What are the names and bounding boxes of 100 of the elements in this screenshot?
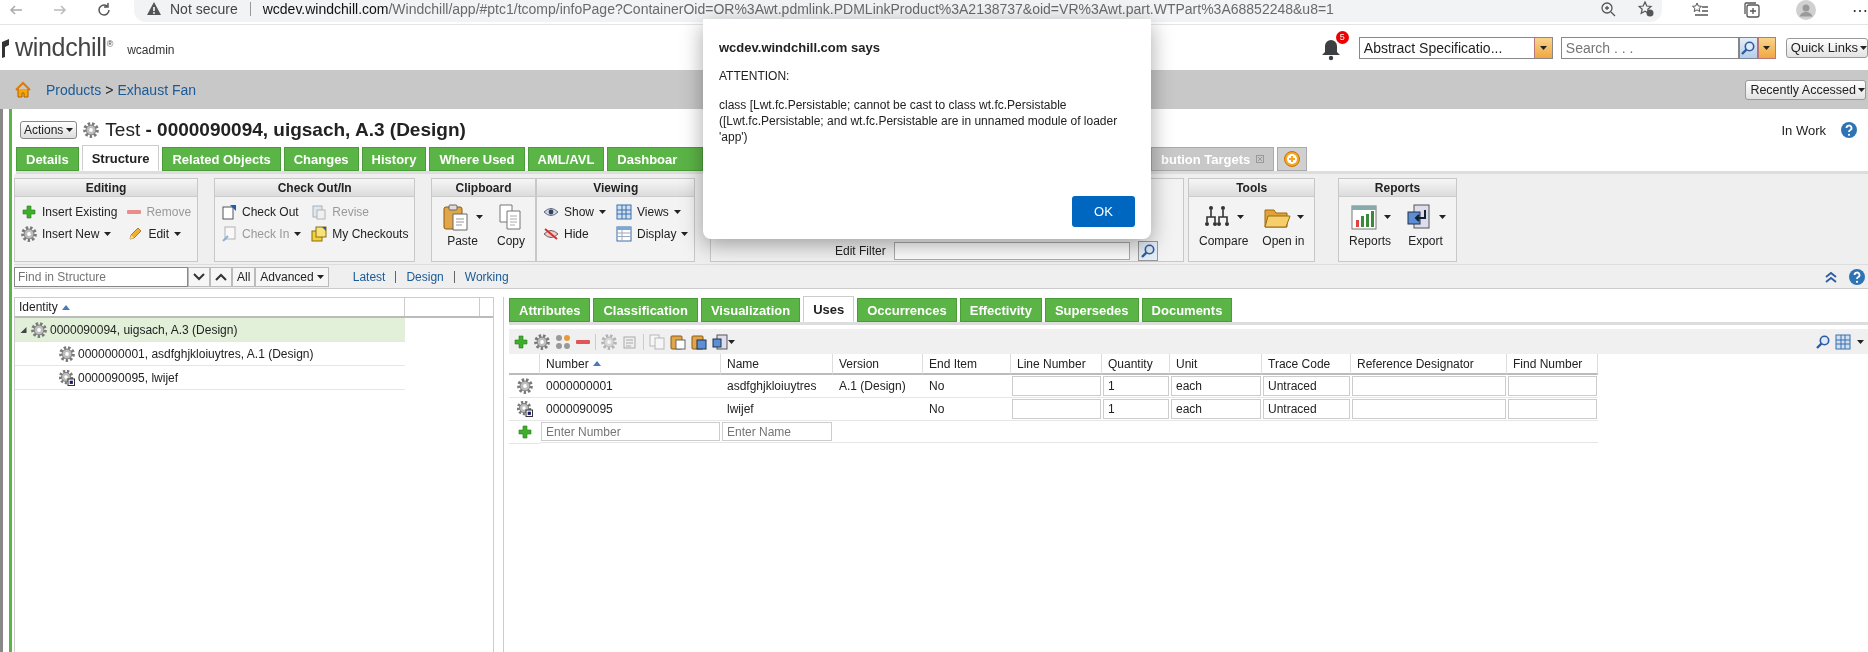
filter-link[interactable]: Latest (342, 270, 397, 283)
actions-button[interactable]: Actions (20, 121, 78, 139)
table-cell: lwijef (721, 398, 833, 421)
tree-label: 0000000001, asdfghjkloiuytres, A.1 (Design) (78, 346, 314, 361)
star-plus-icon (1638, 1, 1654, 17)
sort-ascending-icon (592, 361, 601, 366)
search-button[interactable] (1137, 241, 1158, 261)
next-button[interactable] (188, 266, 210, 287)
form-icon (622, 333, 638, 350)
tab[interactable]: Uses (803, 296, 855, 322)
dialog-heading: ATTENTION: (719, 69, 791, 83)
cell-input-field[interactable]: each (1171, 376, 1261, 396)
gear-icon (59, 345, 75, 362)
cell-input-field[interactable]: 1 (1103, 399, 1169, 419)
toolbar-button[interactable]: Reports (1347, 203, 1394, 248)
toolbar-button[interactable]: Views (614, 202, 691, 221)
cell-input-field[interactable] (1012, 399, 1101, 419)
cell-input-field[interactable] (1352, 399, 1506, 419)
tree-row[interactable]: 0000090094, uigsach, A.3 (Design) (15, 318, 405, 342)
search-field[interactable]: Search . . . (1560, 36, 1739, 59)
toolbar-button[interactable]: Hide (541, 224, 609, 243)
cell-input-field[interactable]: Untraced (1263, 376, 1350, 396)
name-field[interactable]: Enter Name (722, 422, 832, 441)
warning-icon (146, 1, 162, 17)
close-icon[interactable] (1256, 155, 1265, 163)
toolbar-button[interactable]: Export (1403, 203, 1449, 248)
cell-input-field[interactable]: each (1171, 399, 1261, 419)
toolbar-button[interactable]: Display (614, 224, 691, 243)
breadcrumb-link[interactable]: Exhaust Fan (117, 81, 197, 98)
advanced-button[interactable]: Advanced (255, 266, 329, 287)
zoom-in-icon (1600, 1, 1616, 17)
filter-link[interactable]: Design (396, 270, 455, 283)
cell-input-field[interactable]: Untraced (1263, 399, 1350, 419)
chevron-down-icon (193, 272, 205, 281)
add-tab-button[interactable] (1277, 147, 1308, 171)
status-label: In Work (1781, 122, 1826, 138)
quick-links-button[interactable]: Quick Links (1785, 37, 1868, 58)
toolbar-button[interactable]: Check Out (219, 202, 304, 221)
toolbar-button[interactable]: Copy (495, 203, 527, 248)
dialog-title: wcdev.windchill.com says (719, 40, 881, 55)
caret-icon (728, 339, 735, 344)
caret-icon (66, 128, 74, 132)
number-field[interactable]: Enter Number (541, 422, 720, 441)
minus-icon (127, 209, 142, 214)
previous-button[interactable] (210, 266, 232, 287)
expanded-triangle-icon[interactable] (19, 325, 28, 334)
cell-input-field[interactable] (1508, 399, 1597, 419)
column-header[interactable]: Version (833, 354, 923, 375)
table-cell: A.1 (Design) (833, 375, 923, 398)
plus-icon (513, 333, 529, 350)
grid-icon (616, 203, 633, 220)
column-header (509, 354, 540, 375)
gear-icon (534, 333, 550, 350)
toolbar-button[interactable]: Show (541, 202, 609, 221)
page-title: Test - 0000090094, uigsach, A.3 (Design) (105, 119, 466, 141)
toolbar-button[interactable]: Paste (440, 203, 485, 248)
home-icon (14, 80, 32, 99)
ok-button[interactable]: OK (1072, 196, 1135, 227)
user-name: wcadmin (127, 42, 175, 57)
gear-icon (83, 122, 100, 138)
toolbar-button[interactable]: Insert New (19, 224, 120, 243)
toolbar-button[interactable]: Edit (125, 224, 194, 243)
column-header[interactable]: End Item (923, 354, 1011, 375)
logo-text: windchill$^{®}$ (15, 33, 114, 62)
sort-ascending-icon (61, 304, 70, 310)
eye-crossed-icon (543, 225, 559, 242)
cell-input-field[interactable]: 1 (1103, 376, 1169, 396)
column-header[interactable]: Number (540, 354, 721, 375)
search-icon (1740, 39, 1757, 56)
tree-row[interactable]: 0000000001, asdfghjkloiuytres, A.1 (Design) (15, 342, 405, 366)
more-menu[interactable]: ⋯ (1852, 0, 1868, 20)
all-button[interactable]: All (232, 266, 256, 287)
dialog-message: class [Lwt.fc.Persistable; cannot be cast to class wt.fc.Persistable ([Lwt.fc.Persistable; and wt.fc.Persistable are in unnamed module of loader 'app') (719, 97, 1119, 145)
toolbar-button[interactable]: Open in (1260, 203, 1307, 248)
search-icon (1815, 333, 1831, 350)
toolbar-button[interactable]: Insert Existing (19, 202, 120, 221)
type-select[interactable]: Abstract Specificatio... (1358, 36, 1553, 59)
breadcrumb-link[interactable]: Products (46, 81, 102, 98)
tree-row[interactable]: 0000090095, lwijef (15, 366, 405, 390)
filter-link[interactable]: Working (454, 270, 519, 283)
edit-filter-field[interactable] (893, 242, 1130, 260)
security-label: Not secure (170, 1, 238, 17)
export-icon (712, 333, 728, 350)
cell-input-field[interactable] (1508, 376, 1597, 396)
toolbar-button[interactable]: Compare (1197, 203, 1251, 248)
double-chevron-up-icon (1824, 269, 1838, 284)
cell-input-field[interactable] (1352, 376, 1506, 396)
address-bar[interactable]: Not secure wcdev.windchill.com/Windchill/app/#ptc1/tcomp/infoPage?ContainerOid=OR%3Awt.pdmlink.PDMLinkProduct%3A2138737&oid=VR%3Awt.part.WTPart%3A68852248&u8=1 (134, 0, 1662, 22)
find-field[interactable]: Find in Structure (14, 266, 188, 287)
cell-input-field[interactable] (1012, 376, 1101, 396)
tab[interactable]: Structure (81, 145, 160, 171)
toolbar-button[interactable]: My Checkouts (309, 224, 411, 243)
tree-label: 0000090094, uigsach, A.3 (Design) (50, 322, 238, 337)
recently-accessed-button[interactable]: Recently Accessed (1745, 79, 1866, 100)
column-header[interactable]: Identity (15, 298, 405, 316)
table-cell: 0000000001 (540, 375, 721, 398)
document-icon (221, 225, 237, 242)
search-button[interactable] (1738, 36, 1758, 59)
caret-icon (1857, 339, 1864, 344)
column-header[interactable]: Name (721, 354, 833, 375)
